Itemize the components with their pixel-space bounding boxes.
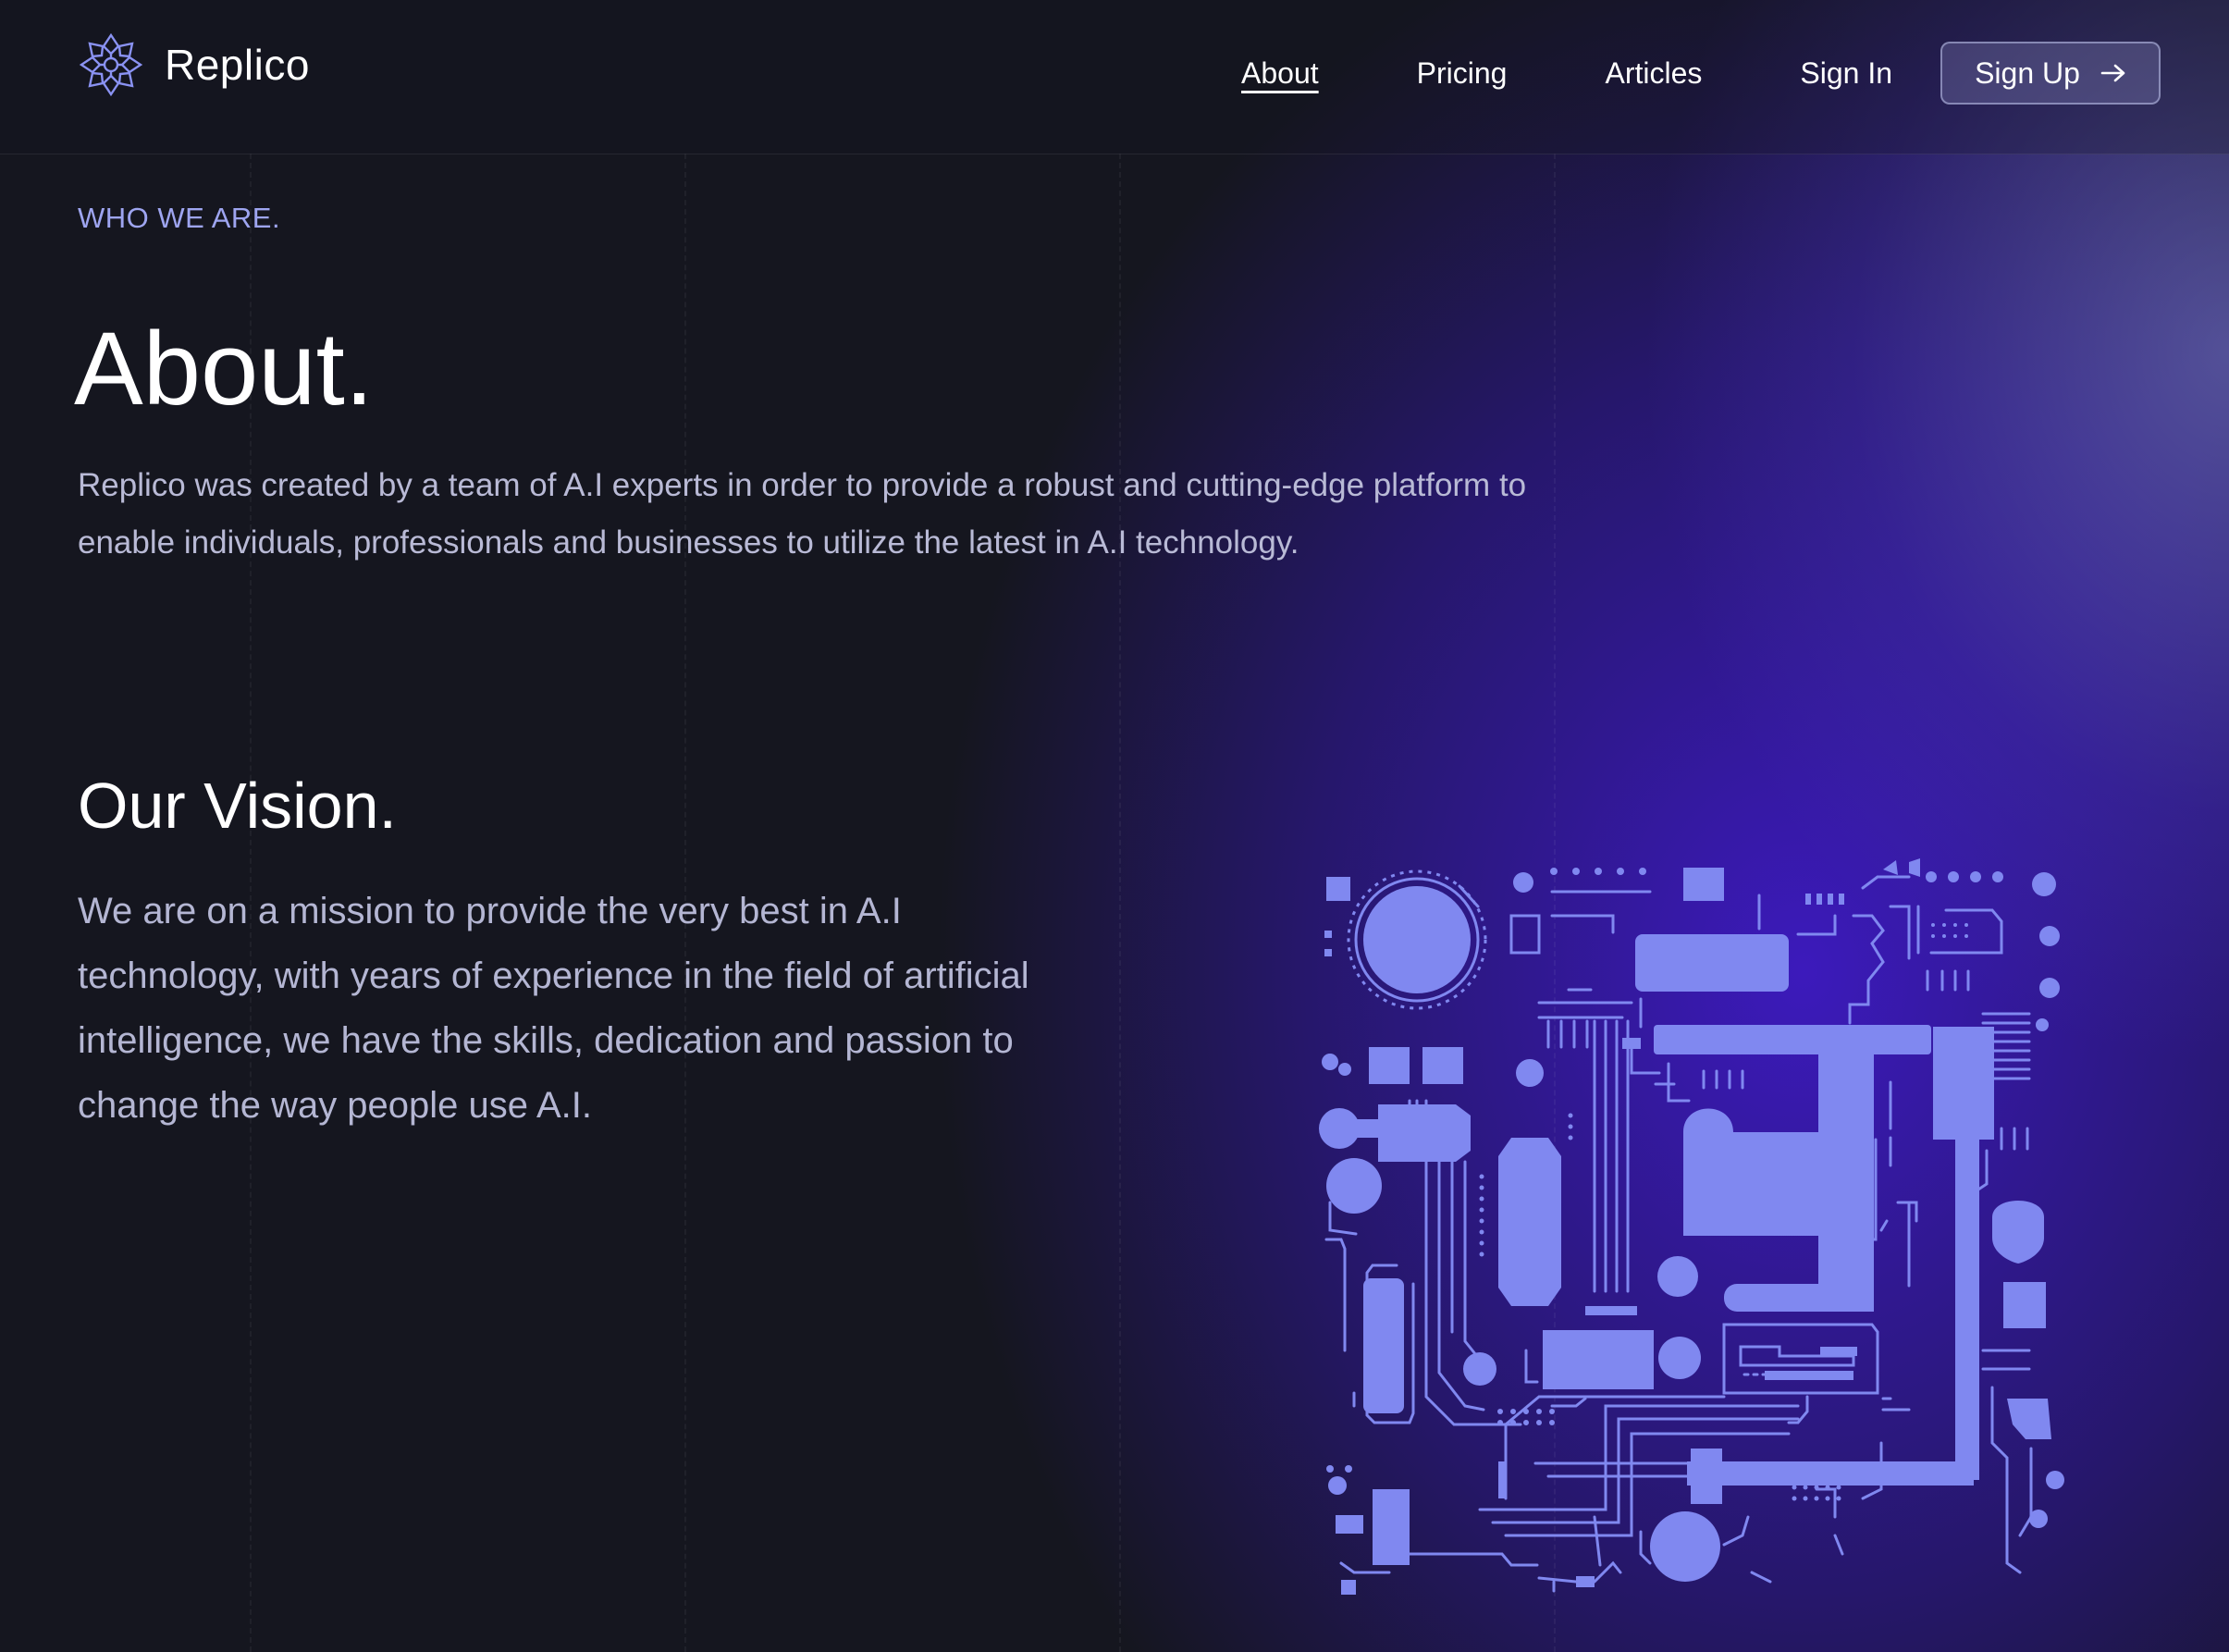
section-eyebrow: WHO WE ARE. xyxy=(78,202,281,234)
circuit-board-illustration xyxy=(1319,858,2064,1595)
nav-link-articles[interactable]: Articles xyxy=(1605,41,1702,105)
about-description: Replico was created by a team of A.I exp… xyxy=(78,467,1527,561)
vision-description: We are on a mission to provide the very … xyxy=(78,891,1029,1126)
top-navbar: Replico About Pricing Articles Sign In S… xyxy=(0,0,2229,154)
brand-name: Replico xyxy=(165,41,310,89)
grid-line xyxy=(1119,154,1121,1652)
brand[interactable]: Replico xyxy=(78,31,310,98)
snowflake-ornament-icon xyxy=(79,32,143,97)
nav-link-about[interactable]: About xyxy=(1241,41,1319,105)
sign-up-label: Sign Up xyxy=(1975,55,2080,90)
main-nav: About Pricing Articles Sign In Sign Up xyxy=(1241,41,2161,105)
vision-title: Our Vision. xyxy=(78,770,397,842)
page-title: About. xyxy=(74,311,374,426)
arrow-right-icon xyxy=(2100,64,2125,82)
sign-up-button[interactable]: Sign Up xyxy=(1940,42,2161,105)
nav-link-sign-in[interactable]: Sign In xyxy=(1800,41,1892,105)
nav-link-pricing[interactable]: Pricing xyxy=(1417,41,1508,105)
